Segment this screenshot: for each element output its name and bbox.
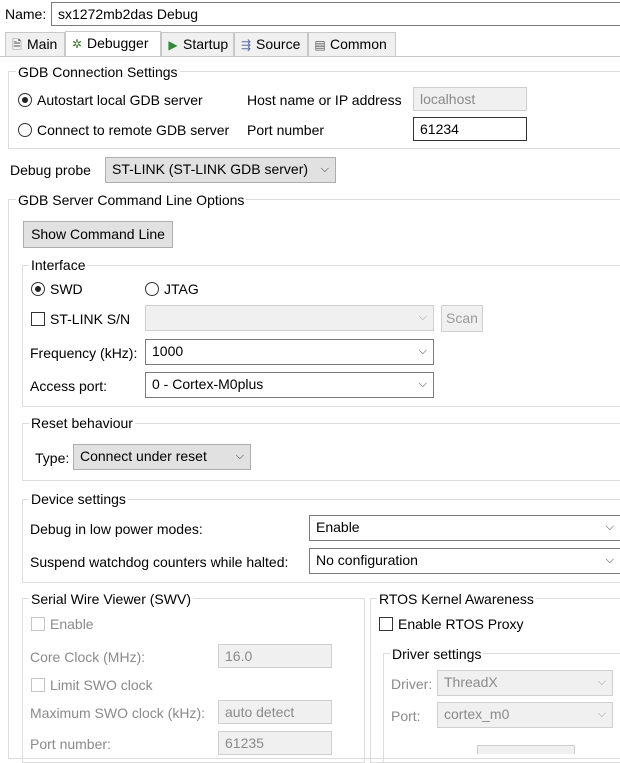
- lowpower-value: Enable: [316, 519, 360, 535]
- max-swo-label: Maximum SWO clock (kHz):: [30, 705, 205, 721]
- remote-label: Connect to remote GDB server: [37, 122, 230, 138]
- tab-source[interactable]: ⇶ Source: [234, 32, 308, 56]
- device-settings-title: Device settings: [29, 490, 128, 508]
- chevron-down-icon: ⌵: [320, 163, 329, 175]
- host-label: Host name or IP address: [247, 92, 402, 108]
- stlink-sn-checkbox[interactable]: [31, 312, 45, 326]
- watchdog-value: No configuration: [316, 552, 418, 568]
- access-port-select[interactable]: 0 - Cortex-M0plus ⌵: [145, 372, 434, 398]
- access-port-value: 0 - Cortex-M0plus: [152, 376, 264, 392]
- tab-common[interactable]: ▤ Common: [308, 32, 396, 56]
- chevron-down-icon: ⌵: [597, 708, 606, 720]
- debug-probe-select[interactable]: ST-LINK (ST-LINK GDB server) ⌵: [105, 157, 336, 183]
- name-label: Name:: [5, 6, 47, 22]
- scan-button[interactable]: Scan: [441, 305, 483, 332]
- stlink-sn-select[interactable]: ⌵: [145, 305, 434, 331]
- enable-rtos-proxy-label: Enable RTOS Proxy: [398, 616, 524, 632]
- frequency-value: 1000: [152, 343, 184, 359]
- name-input[interactable]: sx1272mb2das Debug: [51, 2, 620, 26]
- frequency-select[interactable]: 1000 ⌵: [145, 339, 434, 365]
- watchdog-select[interactable]: No configuration ⌵: [309, 548, 620, 574]
- reset-type-select[interactable]: Connect under reset ⌵: [73, 444, 251, 470]
- limit-swo-label: Limit SWO clock: [50, 677, 153, 693]
- chevron-down-icon: ⌵: [605, 521, 614, 533]
- show-command-line-button[interactable]: Show Command Line: [23, 221, 173, 248]
- limit-swo-checkbox[interactable]: [31, 678, 45, 692]
- tab-main-label: Main: [27, 36, 58, 52]
- driver-select[interactable]: ThreadX ⌵: [437, 670, 613, 696]
- stlink-sn-label: ST-LINK S/N: [50, 311, 131, 327]
- watchdog-label: Suspend watchdog counters while halted:: [30, 554, 289, 570]
- page-icon: 🗎: [12, 38, 22, 52]
- chevron-down-icon: ⌵: [418, 345, 427, 357]
- core-clock-label: Core Clock (MHz):: [30, 649, 146, 665]
- reset-type-value: Connect under reset: [80, 448, 207, 464]
- swv-enable-label: Enable: [50, 616, 94, 632]
- swv-port-label: Port number:: [30, 736, 111, 752]
- rtos-port-select[interactable]: cortex_m0 ⌵: [437, 702, 613, 728]
- remote-radio[interactable]: [18, 123, 32, 137]
- swd-radio[interactable]: [31, 282, 45, 296]
- core-clock-input[interactable]: 16.0: [218, 644, 332, 668]
- swv-port-input[interactable]: 61235: [218, 731, 332, 755]
- source-icon: ⇶: [240, 38, 252, 52]
- reset-type-label: Type:: [35, 450, 70, 466]
- driver-value: ThreadX: [444, 674, 498, 690]
- common-icon: ▤: [314, 38, 326, 52]
- port-input[interactable]: 61234: [413, 117, 527, 141]
- tab-debugger-label: Debugger: [87, 35, 149, 51]
- max-swo-input[interactable]: auto detect: [218, 700, 332, 724]
- autostart-label: Autostart local GDB server: [37, 92, 203, 108]
- play-icon: ▶: [168, 38, 178, 52]
- lowpower-select[interactable]: Enable ⌵: [309, 515, 620, 541]
- frequency-label: Frequency (kHz):: [30, 345, 138, 361]
- driver-label: Driver:: [391, 676, 433, 692]
- tab-main[interactable]: 🗎 Main: [5, 32, 65, 56]
- enable-rtos-proxy-checkbox[interactable]: [379, 617, 393, 631]
- reset-title: Reset behaviour: [29, 414, 135, 432]
- chevron-down-icon: ⌵: [235, 450, 244, 462]
- lowpower-label: Debug in low power modes:: [30, 521, 203, 537]
- bug-icon: ✲: [71, 37, 83, 51]
- jtag-radio[interactable]: [145, 282, 159, 296]
- access-port-label: Access port:: [30, 378, 108, 394]
- tab-startup-label: Startup: [183, 36, 229, 52]
- swv-enable-checkbox[interactable]: [31, 617, 45, 631]
- rtos-title: RTOS Kernel Awareness: [377, 590, 536, 608]
- chevron-down-icon: ⌵: [418, 311, 427, 323]
- partial-button[interactable]: [477, 745, 575, 754]
- chevron-down-icon: ⌵: [418, 378, 427, 390]
- debug-probe-label: Debug probe: [10, 162, 91, 178]
- tab-divider: [0, 56, 620, 57]
- interface-title: Interface: [29, 256, 88, 274]
- tab-startup[interactable]: ▶ Startup: [161, 32, 234, 56]
- debug-probe-value: ST-LINK (ST-LINK GDB server): [112, 161, 309, 177]
- tab-common-label: Common: [330, 36, 387, 52]
- chevron-down-icon: ⌵: [597, 676, 606, 688]
- swd-label: SWD: [50, 281, 83, 297]
- gdb-server-title: GDB Server Command Line Options: [16, 191, 247, 209]
- host-input[interactable]: localhost: [413, 87, 527, 111]
- autostart-radio[interactable]: [18, 93, 32, 107]
- rtos-port-label: Port:: [391, 708, 421, 724]
- tab-debugger[interactable]: ✲ Debugger: [65, 31, 161, 57]
- swv-title: Serial Wire Viewer (SWV): [29, 590, 193, 608]
- chevron-down-icon: ⌵: [605, 554, 614, 566]
- port-label: Port number: [247, 122, 325, 138]
- tab-source-label: Source: [256, 36, 301, 52]
- gdb-connection-title: GDB Connection Settings: [16, 63, 180, 81]
- rtos-port-value: cortex_m0: [444, 706, 510, 722]
- driver-settings-title: Driver settings: [390, 645, 484, 663]
- jtag-label: JTAG: [164, 281, 199, 297]
